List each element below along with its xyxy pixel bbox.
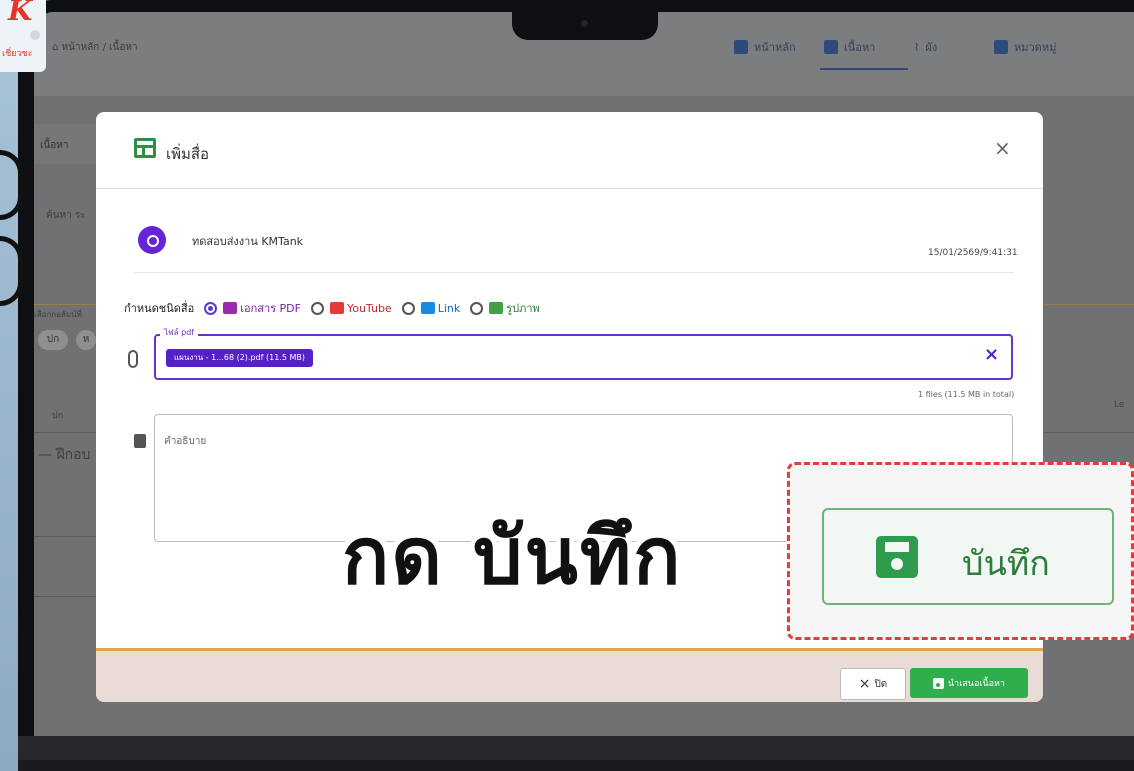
nav-content[interactable]: เนื้อหา: [824, 38, 875, 56]
radio-link[interactable]: [401, 301, 415, 315]
search-label: ค้นหา ระ: [46, 210, 86, 221]
clear-file-icon[interactable]: ×: [984, 344, 999, 365]
radio-youtube[interactable]: [310, 301, 324, 315]
close-button-label: ปิด: [874, 678, 888, 690]
radio-link-label[interactable]: Link: [438, 302, 461, 315]
column-header: Le: [1114, 400, 1125, 410]
file-count: 1 files (11.5 MB in total): [918, 390, 1015, 399]
media-type-group: กำหนดชนิดสื่อ เอกสาร PDF YouTube Link รู…: [124, 298, 540, 318]
breadcrumb-separator: /: [102, 42, 106, 53]
media-type-label: กำหนดชนิดสื่อ: [124, 302, 195, 315]
file-chip[interactable]: แผนงาน - 1...68 (2).pdf (11.5 MB): [166, 349, 313, 367]
link-icon: [420, 302, 435, 314]
decorative-lettering: [0, 150, 40, 310]
radio-image-label[interactable]: รูปภาพ: [506, 299, 540, 317]
table-row[interactable]: — ฝึกอบ: [38, 444, 90, 466]
breadcrumb-current: เนื้อหา: [109, 42, 138, 53]
close-button[interactable]: × ปิด: [840, 668, 906, 700]
divider: [134, 272, 1014, 273]
save-icon: [933, 677, 945, 689]
nav-category-label: หมวดหมู่: [1014, 41, 1057, 54]
submit-content-label: นำเสนอเนื้อหา: [948, 679, 1005, 689]
pdf-icon: [223, 302, 238, 314]
folder-icon: [994, 40, 1008, 54]
image-icon: [489, 302, 504, 314]
brand-logo: K เชี่ยวชะ: [0, 0, 46, 72]
laptop-base-edge: [18, 760, 1134, 771]
nav-content-label: เนื้อหา: [844, 41, 876, 54]
nav-feed[interactable]: ⌇ ผัง: [914, 38, 937, 56]
home-icon[interactable]: ⌂: [52, 42, 58, 53]
camera-notch: [512, 0, 658, 40]
close-icon: ×: [858, 676, 871, 692]
decorative-curve: [0, 236, 23, 306]
nav-category[interactable]: หมวดหมู่: [994, 38, 1056, 56]
nav-home-label: หน้าหลัก: [754, 41, 796, 54]
save-icon: [876, 536, 918, 578]
youtube-icon: [329, 302, 344, 314]
paperclip-icon: [128, 350, 138, 368]
instruction-caption: กด บันทึก: [342, 512, 683, 602]
radio-pdf-label[interactable]: เอกสาร PDF: [240, 299, 301, 317]
dashboard-icon: [734, 40, 748, 54]
document-icon: [824, 40, 838, 54]
tab-content-label: เนื้อหา: [40, 140, 69, 151]
breadcrumb-home[interactable]: หน้าหลัก: [62, 42, 100, 53]
logo-letter: K: [8, 0, 33, 27]
nav-feed-label: ผัง: [925, 41, 938, 54]
logo-mark: [30, 30, 40, 40]
media-icon: [134, 138, 156, 158]
logo-text: เชี่ยวชะ: [2, 49, 33, 59]
user-name: ทดสอบส่งงาน KMTank: [192, 235, 304, 248]
timestamp: 15/01/2569/9:41:31: [928, 248, 1018, 258]
clipboard-icon: [134, 434, 146, 448]
radio-pdf[interactable]: [204, 301, 218, 315]
filter-pill[interactable]: ห: [76, 330, 96, 350]
camera-avatar-icon: [138, 226, 166, 254]
submit-content-button[interactable]: นำเสนอเนื้อหา: [910, 668, 1028, 698]
description-placeholder: คำอธิบาย: [164, 436, 207, 447]
dialog-title: เพิ่มสื่อ: [166, 145, 210, 163]
column-header: ปก: [52, 411, 64, 421]
close-icon[interactable]: ×: [994, 136, 1011, 160]
radio-image[interactable]: [470, 301, 484, 315]
dialog-header: เพิ่มสื่อ ×: [96, 112, 1043, 189]
filter-pill[interactable]: ปก: [38, 330, 68, 350]
breadcrumb: ⌂ หน้าหลัก / เนื้อหา: [52, 40, 138, 55]
column-select-label: เลือกกอลัมน์ที่: [34, 310, 82, 319]
camera-dot: [581, 20, 588, 27]
file-input-label: ไฟล์ pdf: [160, 326, 199, 339]
nav-home[interactable]: หน้าหลัก: [734, 38, 796, 56]
save-button-zoomed[interactable]: บันทึก: [822, 508, 1114, 605]
tab-content[interactable]: เนื้อหา: [34, 124, 96, 164]
decorative-curve: [0, 150, 23, 220]
nav-active-indicator: [820, 68, 908, 70]
rss-icon: ⌇: [914, 40, 920, 54]
save-button-label: บันทึก: [962, 544, 1050, 584]
radio-youtube-label[interactable]: YouTube: [347, 302, 392, 315]
